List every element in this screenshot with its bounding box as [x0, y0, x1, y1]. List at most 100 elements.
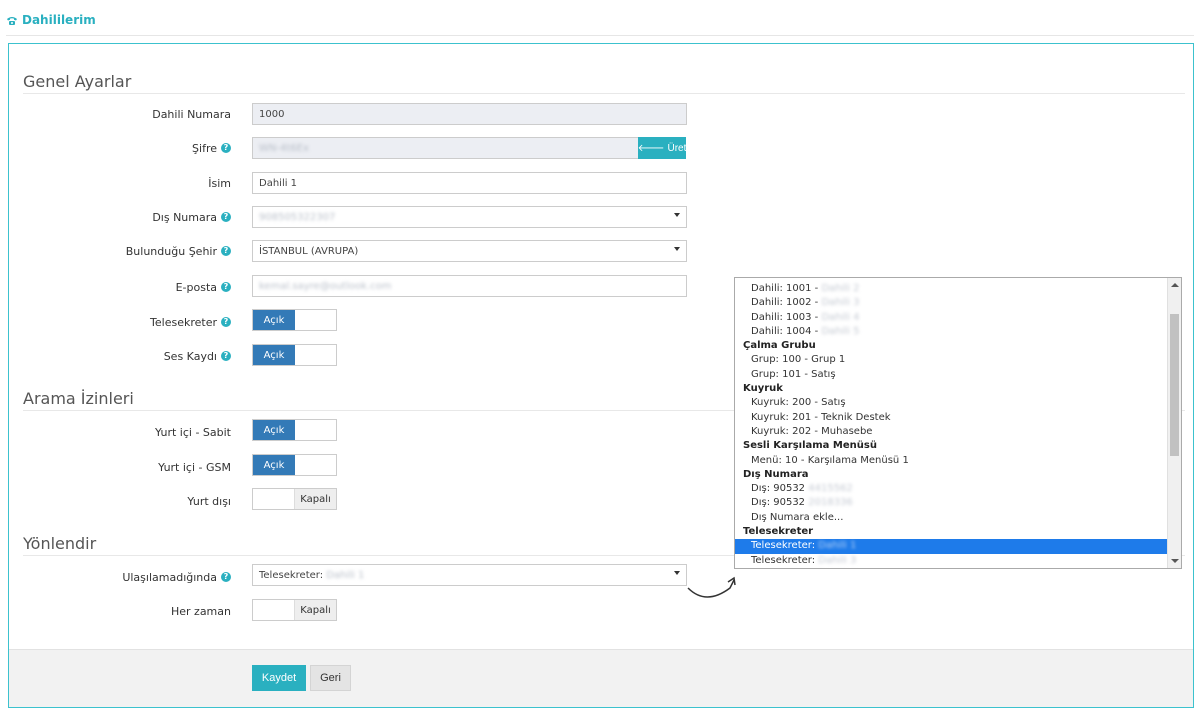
- dropdown-option[interactable]: Dahili: 1003 - Dahili 4: [735, 311, 1167, 325]
- help-icon[interactable]: ?: [221, 351, 231, 361]
- password-field[interactable]: WN-4t6Ex: [252, 137, 639, 159]
- option-blurred-value: Dahili 2: [821, 283, 860, 294]
- dropdown-option[interactable]: Dış Numara ekle...: [735, 511, 1167, 525]
- dropdown-option[interactable]: Grup: 101 - Satış: [735, 368, 1167, 382]
- option-blurred-value: Dahili 4: [821, 311, 860, 323]
- dropdown-group-header: Dış Numara: [743, 468, 809, 480]
- option-label: Kuyruk: 202 - Muhasebe: [751, 425, 873, 437]
- dropdown-option[interactable]: Telesekreter: Dahili 3: [735, 554, 1167, 568]
- recording-toggle[interactable]: Açık: [252, 344, 337, 366]
- dropdown-option[interactable]: Telesekreter: Dahili 1: [735, 539, 1167, 554]
- domestic-gsm-toggle[interactable]: Açık: [252, 454, 337, 476]
- domestic-gsm-label: Yurt içi - GSM: [9, 456, 231, 478]
- dropdown-option[interactable]: Dahili: 1004 - Dahili 5: [735, 325, 1167, 339]
- always-toggle[interactable]: Kapalı: [252, 599, 337, 621]
- option-label: Dış: 90532: [751, 483, 806, 495]
- dropdown-option[interactable]: Dahili: 1002 - Dahili 3: [735, 296, 1167, 310]
- unreachable-value-prefix: Telesekreter:: [259, 569, 324, 581]
- help-icon[interactable]: ?: [221, 282, 231, 292]
- unreachable-label: Ulaşılamadığında ?: [9, 566, 231, 588]
- domestic-fixed-label-text: Yurt içi - Sabit: [155, 425, 231, 439]
- arrow-left-icon: 🡐: [637, 143, 665, 154]
- option-label: Dahili: 1004 -: [751, 325, 819, 337]
- unreachable-value: Dahili 1: [326, 569, 365, 581]
- option-label: Dış Numara ekle...: [751, 511, 844, 523]
- city-label-text: Bulunduğu Şehir: [125, 244, 217, 258]
- option-label: Grup: 100 - Grup 1: [751, 354, 846, 366]
- email-input[interactable]: kemal.sayre@outlook.com: [252, 275, 687, 297]
- section-redirect-title: Yönlendir: [23, 534, 97, 553]
- password-label-text: Şifre: [192, 141, 217, 155]
- dropdown-option[interactable]: Kuyruk: 201 - Teknik Destek: [735, 411, 1167, 425]
- option-label: Telesekreter:: [751, 554, 816, 566]
- domestic-fixed-label: Yurt içi - Sabit: [9, 421, 231, 443]
- option-blurred-value: 2018336: [808, 497, 853, 509]
- help-icon[interactable]: ?: [221, 572, 231, 582]
- generate-password-button[interactable]: 🡐 Üret: [638, 137, 686, 159]
- international-toggle[interactable]: Kapalı: [252, 488, 337, 510]
- outer-number-value: 908505322307: [259, 211, 336, 223]
- option-blurred-value: 4415562: [808, 483, 853, 495]
- dropdown-group-header: Çalma Grubu: [743, 340, 816, 352]
- scroll-down-icon[interactable]: [1171, 559, 1179, 563]
- section-divider: [23, 93, 1185, 94]
- option-label: Dahili: 1001 -: [751, 283, 819, 294]
- toggle-state: Açık: [253, 420, 295, 440]
- extension-label: Dahili Numara: [9, 103, 231, 125]
- name-value: Dahili 1: [259, 177, 298, 189]
- form-footer: Kaydet Geri: [9, 649, 1193, 707]
- dropdown-option[interactable]: Kuyruk: 202 - Muhasebe: [735, 425, 1167, 439]
- option-label: Kuyruk: 200 - Satış: [751, 397, 846, 409]
- dropdown-option[interactable]: Kuyruk: 200 - Satış: [735, 396, 1167, 410]
- dropdown-group-header: Kuyruk: [743, 383, 783, 395]
- redirect-dropdown-list[interactable]: Dahili: 1001 - Dahili 2 Dahili: 1002 - Da…: [734, 277, 1182, 569]
- dropdown-option[interactable]: Menü: 10 - Karşılama Menüsü 1: [735, 454, 1167, 468]
- extension-value: 1000: [259, 108, 285, 120]
- unreachable-select[interactable]: Telesekreter: Dahili 1: [252, 564, 687, 586]
- option-label: Dahili: 1002 -: [751, 297, 819, 309]
- city-value: İSTANBUL (AVRUPA): [259, 245, 359, 257]
- name-input[interactable]: Dahili 1: [252, 172, 687, 194]
- extension-field: 1000: [252, 103, 687, 125]
- save-button[interactable]: Kaydet: [252, 665, 306, 691]
- always-label-text: Her zaman: [170, 604, 231, 618]
- option-blurred-value: Dahili 5: [821, 325, 860, 337]
- back-button[interactable]: Geri: [310, 665, 351, 691]
- option-blurred-value: Dahili 3: [818, 554, 857, 566]
- header-divider: [6, 35, 1194, 36]
- voicemail-label-text: Telesekreter: [150, 315, 217, 329]
- city-select[interactable]: İSTANBUL (AVRUPA): [252, 240, 687, 262]
- chevron-down-icon: [674, 571, 680, 575]
- dropdown-group-header: Telesekreter: [743, 526, 814, 538]
- dropdown-option[interactable]: Grup: 100 - Grup 1: [735, 353, 1167, 367]
- always-label: Her zaman: [9, 600, 231, 622]
- option-blurred-value: Dahili 3: [821, 297, 860, 309]
- toggle-state: Açık: [253, 455, 295, 475]
- option-label: Dahili: 1003 -: [751, 311, 819, 323]
- help-icon[interactable]: ?: [221, 317, 231, 327]
- name-label-text: İsim: [208, 176, 231, 190]
- dropdown-option[interactable]: Dış: 90532 2018336: [735, 496, 1167, 510]
- help-icon[interactable]: ?: [221, 143, 231, 153]
- recording-label-text: Ses Kaydı: [163, 349, 217, 363]
- option-label: Kuyruk: 201 - Teknik Destek: [751, 411, 891, 423]
- help-icon[interactable]: ?: [221, 246, 231, 256]
- toggle-state: Kapalı: [294, 600, 336, 620]
- help-icon[interactable]: ?: [221, 212, 231, 222]
- chevron-down-icon: [674, 247, 680, 251]
- domestic-fixed-toggle[interactable]: Açık: [252, 419, 337, 441]
- dropdown-option[interactable]: Dahili: 1001 - Dahili 2: [735, 282, 1167, 296]
- outer-number-label-text: Dış Numara: [152, 210, 217, 224]
- dropdown-option[interactable]: Dış: 90532 4415562: [735, 482, 1167, 496]
- outer-number-select[interactable]: 908505322307: [252, 206, 687, 228]
- scroll-up-icon[interactable]: [1171, 283, 1179, 287]
- option-label: Grup: 101 - Satış: [751, 368, 836, 380]
- voicemail-toggle[interactable]: Açık: [252, 309, 337, 331]
- option-blurred-value: Dahili 1: [818, 540, 857, 552]
- scrollbar-thumb[interactable]: [1170, 314, 1179, 456]
- dropdown-option[interactable]: Telesekreter: Dahili 4: [735, 568, 1167, 569]
- section-general-title: Genel Ayarlar: [23, 72, 132, 91]
- phone-icon: [7, 17, 17, 25]
- voicemail-label: Telesekreter ?: [9, 311, 231, 333]
- scrollbar[interactable]: [1167, 278, 1181, 568]
